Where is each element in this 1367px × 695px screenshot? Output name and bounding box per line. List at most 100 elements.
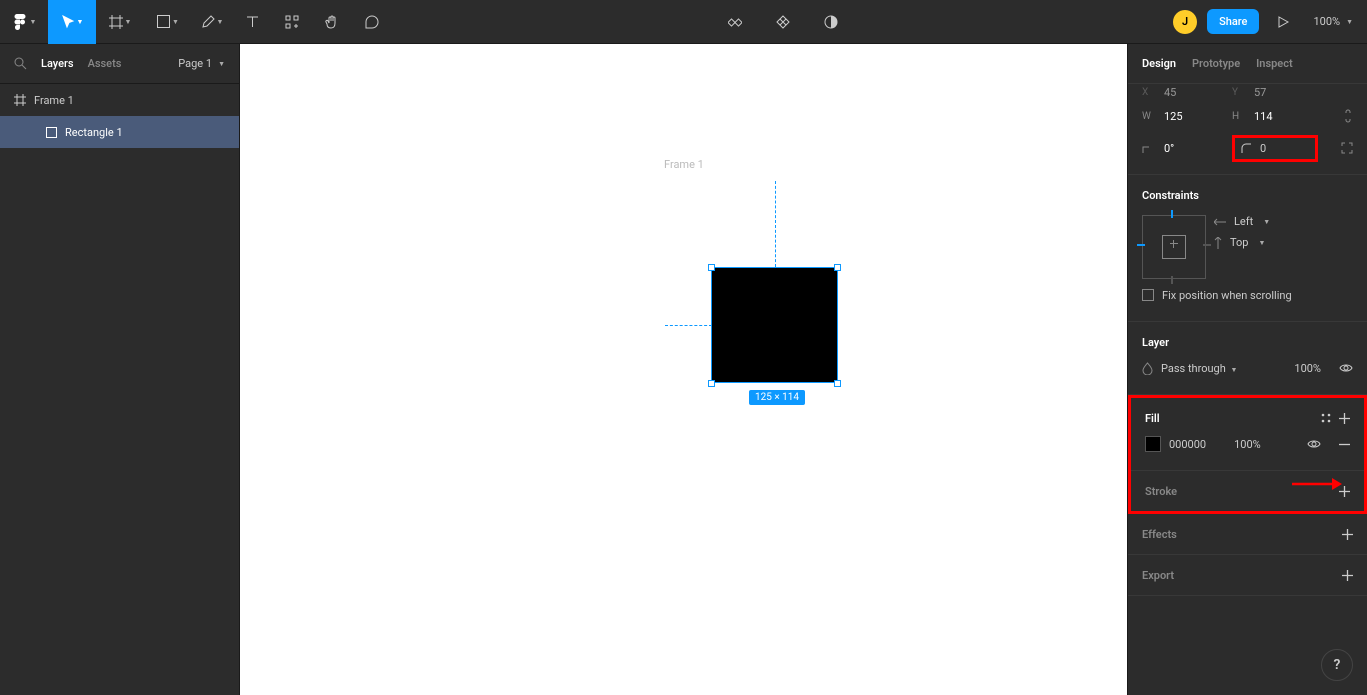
fix-position-row[interactable]: Fix position when scrolling: [1142, 279, 1353, 311]
chevron-down-icon: ▼: [1231, 366, 1238, 374]
fill-color-swatch[interactable]: [1145, 436, 1161, 452]
fill-heading: Fill: [1145, 412, 1160, 425]
chevron-down-icon: ▼: [1263, 218, 1270, 226]
blend-mode-icon: [1142, 362, 1153, 375]
label-x: X: [1142, 87, 1156, 98]
tab-layers[interactable]: Layers: [41, 57, 74, 70]
frame-tool-button[interactable]: ▼: [96, 0, 144, 44]
constraints-widget[interactable]: [1142, 215, 1206, 279]
fill-stroke-highlight: Fill 000000 100%: [1128, 395, 1367, 514]
section-effects: Effects: [1128, 514, 1367, 555]
corner-radius-icon: [1241, 143, 1252, 154]
play-icon: [1277, 16, 1289, 28]
fill-visibility-icon[interactable]: [1307, 439, 1321, 449]
arrow-horizontal-icon: [1214, 218, 1226, 226]
pen-tool-button[interactable]: ▼: [192, 0, 232, 44]
section-constraints: Constraints Left ▼: [1128, 175, 1367, 322]
chevron-down-icon: ▼: [172, 18, 179, 26]
link-wh-icon[interactable]: [1343, 109, 1353, 123]
component-tool-button[interactable]: [715, 0, 755, 44]
tab-design[interactable]: Design: [1142, 57, 1176, 70]
selection-handle-sw[interactable]: [708, 380, 715, 387]
layer-label: Rectangle 1: [65, 126, 123, 139]
independent-corners-icon[interactable]: [1341, 142, 1353, 154]
input-y[interactable]: 57: [1254, 86, 1314, 99]
canvas[interactable]: Frame 1 125 × 114: [240, 44, 1127, 695]
visibility-icon[interactable]: [1339, 363, 1353, 373]
frame-label[interactable]: Frame 1: [664, 158, 704, 171]
constraint-vertical-value: Top: [1230, 236, 1248, 249]
fix-position-label: Fix position when scrolling: [1162, 289, 1292, 302]
left-panel: Layers Assets Page 1 ▼ Frame 1 Rectangle…: [0, 44, 240, 695]
search-icon[interactable]: [14, 57, 27, 70]
hand-tool-button[interactable]: [312, 0, 352, 44]
comment-tool-button[interactable]: [352, 0, 392, 44]
toolbar-left: ▼ ▼ ▼ ▼ ▼: [0, 0, 392, 43]
fill-hex[interactable]: 000000: [1169, 438, 1206, 451]
input-rotation[interactable]: 0°: [1164, 142, 1224, 155]
boolean-tool-button[interactable]: [811, 0, 851, 44]
comment-icon: [365, 15, 379, 29]
mask-tool-button[interactable]: [763, 0, 803, 44]
export-heading: Export: [1142, 569, 1174, 582]
label-h: H: [1232, 111, 1246, 122]
text-tool-button[interactable]: [232, 0, 272, 44]
effects-heading: Effects: [1142, 528, 1177, 541]
constraints-selects: Left ▼ Top ▼: [1214, 215, 1353, 249]
add-fill-icon[interactable]: [1339, 413, 1350, 424]
chevron-down-icon: ▼: [1346, 18, 1353, 26]
alignment-guide-horizontal: [665, 325, 712, 326]
chevron-down-icon: ▼: [77, 18, 84, 26]
corner-radius-highlight: 0: [1232, 135, 1318, 162]
layer-row-frame[interactable]: Frame 1: [0, 84, 239, 116]
input-h[interactable]: 114: [1254, 110, 1314, 123]
fill-styles-icon[interactable]: [1321, 413, 1331, 424]
chevron-down-icon: ▼: [30, 18, 37, 26]
help-button[interactable]: ?: [1321, 649, 1353, 681]
constraints-body: Left ▼ Top ▼: [1142, 205, 1353, 279]
page-label: Page 1: [178, 57, 212, 70]
remove-fill-icon[interactable]: [1339, 439, 1350, 450]
main-menu-button[interactable]: ▼: [0, 0, 48, 44]
rotation-icon: [1142, 143, 1156, 154]
chevron-down-icon: ▼: [1258, 239, 1265, 247]
row-xy: X 45 Y 57: [1142, 84, 1353, 100]
arrow-vertical-icon: [1214, 237, 1222, 249]
toolbar-right: J Share 100% ▼: [1173, 0, 1359, 44]
share-button[interactable]: Share: [1207, 9, 1259, 34]
shape-tool-button[interactable]: ▼: [144, 0, 192, 44]
layer-row-rectangle[interactable]: Rectangle 1: [0, 116, 239, 148]
add-export-icon[interactable]: [1342, 570, 1353, 581]
artboard: [240, 44, 1127, 695]
layer-opacity[interactable]: 100%: [1294, 362, 1321, 375]
selection-handle-ne[interactable]: [834, 264, 841, 271]
fill-opacity[interactable]: 100%: [1234, 438, 1261, 451]
constraint-horizontal[interactable]: Left ▼: [1214, 215, 1353, 228]
input-corner-radius[interactable]: 0: [1260, 142, 1266, 155]
section-layer: Layer Pass through ▼ 100%: [1128, 322, 1367, 395]
figma-logo-icon: [12, 14, 28, 30]
selection-outline: [711, 267, 838, 383]
tab-inspect[interactable]: Inspect: [1256, 57, 1293, 70]
frame-icon: [14, 94, 26, 106]
blend-mode-select[interactable]: Pass through ▼: [1161, 362, 1286, 375]
right-panel-tabs: Design Prototype Inspect: [1128, 44, 1367, 84]
tab-assets[interactable]: Assets: [88, 57, 122, 70]
input-x[interactable]: 45: [1164, 86, 1224, 99]
constraints-header: Constraints: [1142, 185, 1353, 205]
zoom-control[interactable]: 100% ▼: [1307, 15, 1359, 28]
page-selector[interactable]: Page 1 ▼: [178, 57, 225, 70]
move-tool-button[interactable]: ▼: [48, 0, 96, 44]
row-rotation-radius: 0° 0: [1142, 132, 1353, 164]
tab-prototype[interactable]: Prototype: [1192, 57, 1240, 70]
resources-button[interactable]: [272, 0, 312, 44]
chevron-down-icon: ▼: [125, 18, 132, 26]
add-effect-icon[interactable]: [1342, 529, 1353, 540]
selection-handle-nw[interactable]: [708, 264, 715, 271]
input-w[interactable]: 125: [1164, 110, 1224, 123]
constraint-vertical[interactable]: Top ▼: [1214, 236, 1353, 249]
present-button[interactable]: [1269, 0, 1297, 44]
user-avatar[interactable]: J: [1173, 10, 1197, 34]
fix-position-checkbox[interactable]: [1142, 289, 1154, 301]
selection-handle-se[interactable]: [834, 380, 841, 387]
